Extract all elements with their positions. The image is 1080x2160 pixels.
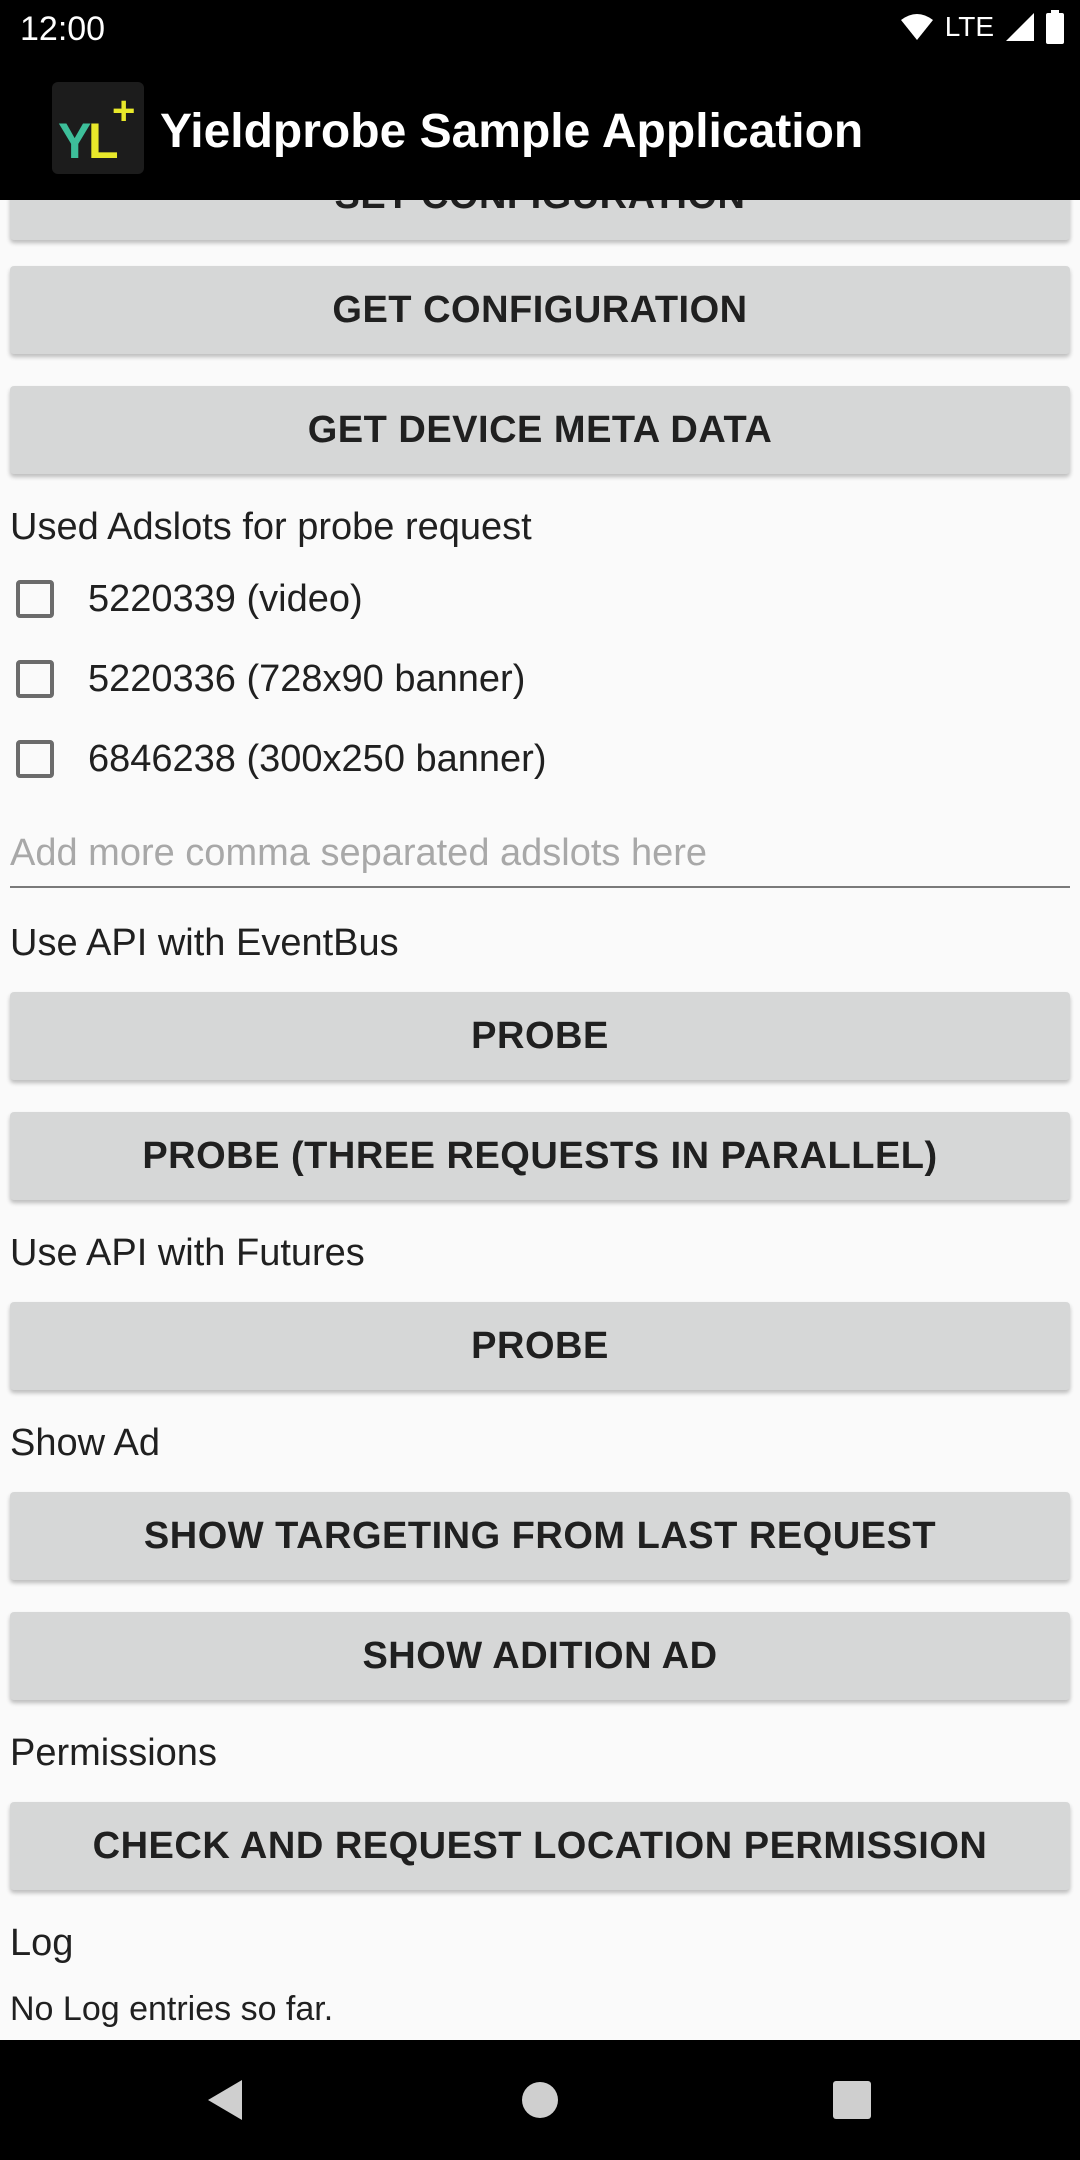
wifi-icon	[900, 14, 933, 40]
set-configuration-button[interactable]: SET CONFIGURATION	[10, 200, 1070, 240]
adslots-section-label: Used Adslots for probe request	[10, 506, 532, 548]
status-icons: LTE	[899, 10, 1064, 44]
show-ad-section-label: Show Ad	[10, 1422, 160, 1464]
main-content[interactable]: SET CONFIGURATION GET CONFIGURATION GET …	[0, 200, 1080, 2040]
permissions-section-label: Permissions	[10, 1732, 217, 1774]
app-bar: Y L + Yieldprobe Sample Application	[0, 60, 1080, 200]
back-icon[interactable]	[196, 2070, 256, 2130]
probe-parallel-button[interactable]: PROBE (THREE REQUESTS IN PARALLEL)	[10, 1112, 1070, 1200]
network-type-label: LTE	[944, 11, 994, 42]
recents-icon[interactable]	[822, 2070, 882, 2130]
status-bar: 12:00 LTE	[0, 0, 1080, 60]
futures-section-label: Use API with Futures	[10, 1232, 365, 1274]
home-icon[interactable]	[510, 2070, 570, 2130]
probe-eventbus-button[interactable]: PROBE	[10, 992, 1070, 1080]
battery-icon	[1046, 10, 1064, 44]
signal-icon	[1006, 13, 1034, 41]
log-text: No Log entries so far.	[10, 1990, 334, 2028]
checkbox-icon[interactable]	[16, 660, 54, 698]
checkbox-icon[interactable]	[16, 580, 54, 618]
adslots-input[interactable]	[10, 820, 1070, 888]
app-title: Yieldprobe Sample Application	[160, 105, 864, 158]
adslot-label: 6846238 (300x250 banner)	[88, 738, 547, 780]
adslot-label: 5220339 (video)	[88, 578, 363, 620]
get-device-meta-data-button[interactable]: GET DEVICE META DATA	[10, 386, 1070, 474]
log-section-label: Log	[10, 1922, 74, 1964]
checkbox-icon[interactable]	[16, 740, 54, 778]
adslot-checkbox-row[interactable]: 5220339 (video)	[0, 562, 1080, 642]
status-time: 12:00	[20, 10, 106, 48]
check-location-permission-button[interactable]: CHECK AND REQUEST LOCATION PERMISSION	[10, 1802, 1070, 1890]
svg-text:+: +	[112, 89, 135, 133]
show-targeting-button[interactable]: SHOW TARGETING FROM LAST REQUEST	[10, 1492, 1070, 1580]
adslot-checkbox-row[interactable]: 6846238 (300x250 banner)	[0, 722, 1080, 802]
eventbus-section-label: Use API with EventBus	[10, 922, 399, 964]
svg-text:Y: Y	[58, 113, 91, 169]
app-logo: Y L +	[52, 82, 144, 174]
show-adition-ad-button[interactable]: SHOW ADITION AD	[10, 1612, 1070, 1700]
probe-futures-button[interactable]: PROBE	[10, 1302, 1070, 1390]
adslot-label: 5220336 (728x90 banner)	[88, 658, 526, 700]
get-configuration-button[interactable]: GET CONFIGURATION	[10, 266, 1070, 354]
adslot-checkbox-row[interactable]: 5220336 (728x90 banner)	[0, 642, 1080, 722]
yieldprobe-logo-icon: Y L +	[58, 89, 135, 169]
navigation-bar	[0, 2040, 1080, 2160]
